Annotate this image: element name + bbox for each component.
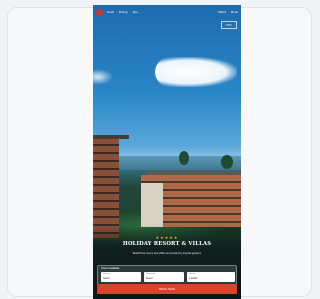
nav-item-book[interactable]: Book <box>231 9 238 15</box>
brand-badge: STAY <box>221 21 237 29</box>
nav-item-offers[interactable]: Offers <box>218 9 226 15</box>
guests-field[interactable]: Guests 2 Adults <box>187 272 235 282</box>
nav-item-hotel[interactable]: Hotel <box>107 9 114 15</box>
booking-widget-title: Check availability <box>101 267 120 270</box>
brand-logo-icon[interactable] <box>96 9 103 16</box>
hotel-website-screenshot: Hotel Dining Spa Offers Book STAY ★★★★★ … <box>93 5 241 299</box>
checkout-value: Select <box>146 277 153 280</box>
guests-value: 2 Adults <box>189 277 198 280</box>
guests-label: Guests <box>189 273 196 275</box>
checkin-field[interactable]: Check-in Select <box>101 272 141 282</box>
nav-item-dining[interactable]: Dining <box>119 9 128 15</box>
checkout-label: Check-out <box>146 273 156 275</box>
book-now-button[interactable]: BOOK NOW <box>97 284 237 294</box>
resort-building-left <box>93 135 129 238</box>
hero-headline: HOLIDAY RESORT & VILLAS <box>122 241 212 247</box>
palm-tree <box>221 155 233 169</box>
palm-tree <box>179 151 189 165</box>
nav-item-spa[interactable]: Spa <box>133 9 138 15</box>
hero-subtitle: Beachfront rooms and villas surrounded b… <box>132 252 202 255</box>
booking-widget: Check availability Check-in Select Check… <box>97 265 237 285</box>
top-navigation: Hotel Dining Spa Offers Book <box>93 5 241 21</box>
checkout-field[interactable]: Check-out Select <box>144 272 184 282</box>
main-nav: Hotel Dining Spa <box>107 9 138 15</box>
checkin-label: Check-in <box>103 273 111 275</box>
right-nav: Offers Book <box>218 9 238 15</box>
star-rating: ★★★★★ <box>155 235 179 240</box>
checkin-value: Select <box>103 277 110 280</box>
cloud <box>155 57 237 87</box>
cloud <box>93 69 113 85</box>
resort-building-right <box>141 175 241 227</box>
